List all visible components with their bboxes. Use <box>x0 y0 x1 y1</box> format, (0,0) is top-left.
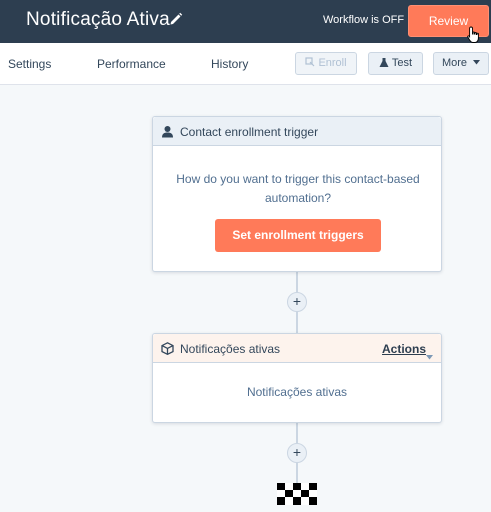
caret-down-icon[interactable] <box>426 347 433 360</box>
trigger-card-header: Contact enrollment trigger <box>153 117 441 146</box>
tab-settings[interactable]: Settings <box>8 57 51 71</box>
flask-icon <box>379 57 389 67</box>
workflow-toolbar: Settings Performance History Enroll Test… <box>0 43 491 85</box>
enroll-label: Enroll <box>318 57 347 69</box>
add-action-button[interactable]: + <box>287 443 307 463</box>
more-label: More <box>441 57 467 69</box>
pencil-icon[interactable] <box>169 12 183 26</box>
enroll-button[interactable]: Enroll <box>295 52 357 75</box>
pointer-cursor-icon <box>467 26 481 44</box>
test-label: Test <box>391 57 413 69</box>
action-card-body: Notificações ativas <box>246 385 348 399</box>
more-button[interactable]: More <box>433 52 489 75</box>
caret-down-icon <box>473 59 481 65</box>
workflow-status[interactable]: Workflow is OFF <box>323 14 404 26</box>
test-button[interactable]: Test <box>368 52 423 75</box>
action-card-header: Notificações ativas Actions <box>153 334 441 363</box>
add-action-button[interactable]: + <box>287 292 307 312</box>
action-card[interactable]: Notificações ativas Actions Notificações… <box>152 333 442 423</box>
contact-icon <box>161 125 174 138</box>
checkered-flag-icon <box>277 483 317 505</box>
workflow-header: Notificação Ativa Workflow is OFF Review <box>0 0 491 43</box>
trigger-card-title: Contact enrollment trigger <box>180 125 319 139</box>
trigger-question: How do you want to trigger this contact-… <box>176 172 420 205</box>
actions-dropdown[interactable]: Actions <box>382 342 426 356</box>
enroll-icon <box>305 57 315 67</box>
workflow-title[interactable]: Notificação Ativa <box>26 9 170 31</box>
action-card-title: Notificações ativas <box>180 342 281 356</box>
cube-icon <box>161 342 174 356</box>
tab-history[interactable]: History <box>211 57 248 71</box>
enrollment-trigger-card[interactable]: Contact enrollment trigger How do you wa… <box>152 116 442 272</box>
tab-performance[interactable]: Performance <box>97 57 166 71</box>
set-enrollment-triggers-button[interactable]: Set enrollment triggers <box>215 219 381 252</box>
